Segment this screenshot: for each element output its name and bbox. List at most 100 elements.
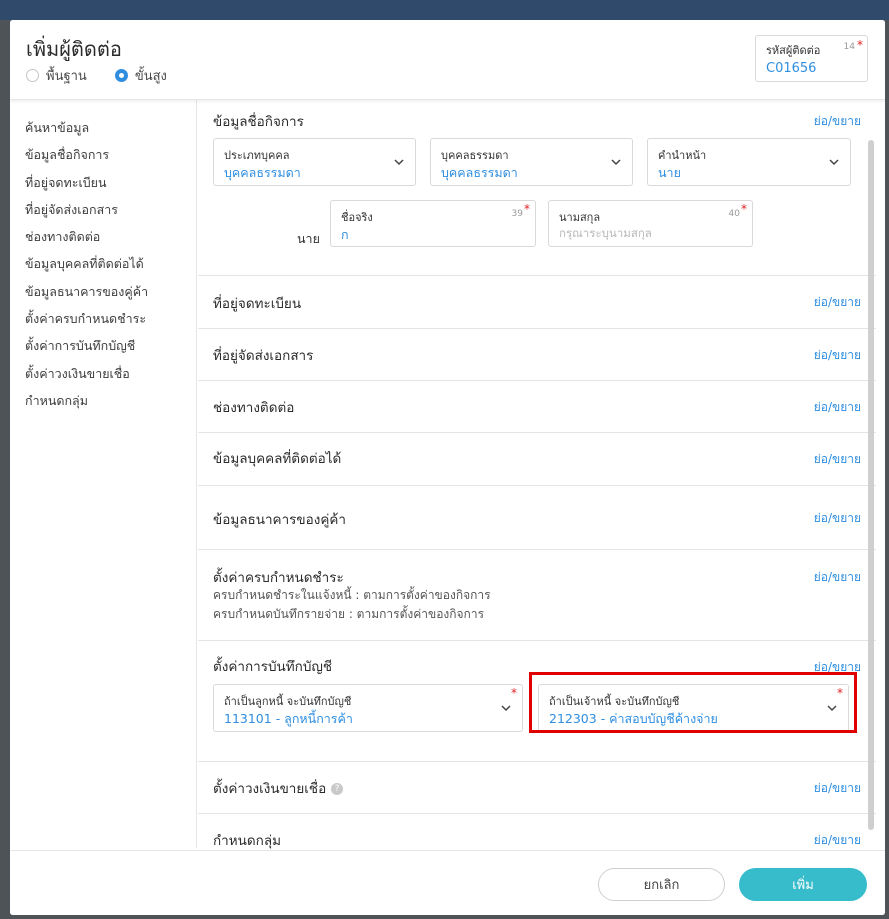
- radio-unchecked-icon: [26, 69, 39, 82]
- required-marker: *: [524, 202, 530, 216]
- field-label: นามสกุล: [559, 211, 601, 224]
- required-marker: *: [741, 202, 747, 216]
- section-payment-terms: ตั้งค่าครบกำหนดชำระ ย่อ/ขยาย ครบกำหนดชำร…: [198, 550, 876, 641]
- nav-item-shipping-address[interactable]: ที่อยู่จัดส่งเอกสาร: [10, 202, 196, 229]
- section-title-text: ตั้งค่าวงเงินขายเชื่อ: [213, 781, 327, 797]
- chevron-down-icon: [394, 159, 404, 166]
- chevron-down-icon: [827, 705, 837, 712]
- collapse-toggle[interactable]: ย่อ/ขยาย: [814, 450, 861, 469]
- section-accounting: ตั้งค่าการบันทึกบัญชี ย่อ/ขยาย ถ้าเป็นลู…: [198, 641, 876, 762]
- field-value: บุคคลธรรมดา: [224, 165, 301, 180]
- add-contact-modal: เพิ่มผู้ติดต่อ พื้นฐาน ขั้นสูง รหัสผู้ติ…: [10, 20, 885, 915]
- receivable-account-select[interactable]: ถ้าเป็นลูกหนี้ จะบันทึกบัญชี * 113101 - …: [213, 684, 523, 732]
- field-placeholder: กรุณาระบุนามสกุล: [559, 226, 652, 240]
- field-label: ถ้าเป็นลูกหนี้ จะบันทึกบัญชี: [224, 695, 352, 708]
- collapse-toggle[interactable]: ย่อ/ขยาย: [814, 293, 861, 312]
- nav-item-payment-terms[interactable]: ตั้งค่าครบกำหนดชำระ: [10, 311, 196, 338]
- person-kind-select[interactable]: บุคคลธรรมดา บุคคลธรรมดา: [430, 138, 633, 186]
- field-label: คำนำหน้า: [658, 149, 707, 162]
- collapse-toggle[interactable]: ย่อ/ขยาย: [814, 346, 861, 365]
- section-title: ตั้งค่าครบกำหนดชำระ: [213, 570, 344, 586]
- field-value: 212303 - ค่าสอบบัญชีค้างจ่าย: [549, 711, 718, 726]
- collapse-toggle[interactable]: ย่อ/ขยาย: [814, 568, 861, 587]
- collapse-toggle[interactable]: ย่อ/ขยาย: [814, 779, 861, 798]
- nav-item-groups[interactable]: กำหนดกลุ่ม: [10, 393, 196, 420]
- field-label: ถ้าเป็นเจ้าหนี้ จะบันทึกบัญชี: [549, 695, 680, 708]
- field-label: ชื่อจริง: [341, 211, 373, 224]
- app-background-left: [0, 20, 10, 919]
- nav-item-business-info[interactable]: ข้อมูลชื่อกิจการ: [10, 147, 196, 174]
- nav-item-credit-limit[interactable]: ตั้งค่าวงเงินขายเชื่อ: [10, 366, 196, 393]
- help-icon[interactable]: ?: [331, 783, 344, 795]
- field-value: ก: [341, 227, 349, 242]
- radio-checked-icon: [114, 69, 128, 82]
- mode-advanced-radio[interactable]: ขั้นสูง: [114, 65, 167, 86]
- nav-item-search[interactable]: ค้นหาข้อมูล: [10, 120, 196, 147]
- field-label: บุคคลธรรมดา: [441, 149, 509, 162]
- char-count: 40: [728, 209, 740, 219]
- field-value: นาย: [658, 165, 681, 180]
- section-bank-info: ข้อมูลธนาคารของคู่ค้า ย่อ/ขยาย: [198, 486, 876, 550]
- section-title: ช่องทางติดต่อ: [213, 400, 295, 416]
- nav-item-registered-address[interactable]: ที่อยู่จดทะเบียน: [10, 175, 196, 202]
- mode-basic-radio[interactable]: พื้นฐาน: [26, 65, 87, 86]
- char-count: 39: [511, 209, 523, 219]
- section-nav: ค้นหาข้อมูล ข้อมูลชื่อกิจการ ที่อยู่จดทะ…: [10, 100, 197, 848]
- section-title: ที่อยู่จัดส่งเอกสาร: [213, 348, 314, 364]
- payment-terms-expense: ครบกำหนดบันทึกรายจ่าย : ตามการตั้งค่าของ…: [213, 607, 485, 621]
- prefix-display: นาย: [297, 231, 320, 246]
- nav-item-contact-channel[interactable]: ช่องทางติดต่อ: [10, 229, 196, 256]
- section-credit-limit: ตั้งค่าวงเงินขายเชื่อ? ย่อ/ขยาย: [198, 762, 876, 814]
- required-marker: *: [837, 686, 843, 700]
- modal-footer: ยกเลิก เพิ่ม: [10, 850, 885, 915]
- section-title: ข้อมูลชื่อกิจการ: [213, 114, 304, 130]
- modal-title: เพิ่มผู้ติดต่อ: [26, 37, 122, 61]
- section-title: ตั้งค่าการบันทึกบัญชี: [213, 659, 333, 675]
- section-title: ที่อยู่จดทะเบียน: [213, 296, 302, 312]
- section-title: ตั้งค่าวงเงินขายเชื่อ?: [213, 777, 344, 799]
- section-title: ข้อมูลบุคคลที่ติดต่อได้: [213, 451, 342, 467]
- section-groups: กำหนดกลุ่ม ย่อ/ขยาย: [198, 814, 876, 850]
- prefix-select[interactable]: คำนำหน้า นาย: [647, 138, 851, 186]
- cancel-button[interactable]: ยกเลิก: [598, 868, 725, 901]
- payment-terms-invoice: ครบกำหนดชำระในแจ้งหนี้ : ตามการตั้งค่าขอ…: [213, 588, 491, 602]
- collapse-toggle[interactable]: ย่อ/ขยาย: [814, 831, 861, 850]
- field-value: 113101 - ลูกหนี้การค้า: [224, 711, 353, 726]
- app-background-bottom: [0, 915, 889, 919]
- section-title: ข้อมูลธนาคารของคู่ค้า: [213, 512, 346, 528]
- contact-code-label: รหัสผู้ติดต่อ: [766, 44, 821, 57]
- modal-header: เพิ่มผู้ติดต่อ พื้นฐาน ขั้นสูง รหัสผู้ติ…: [10, 20, 885, 100]
- required-marker: *: [857, 38, 863, 52]
- first-name-field[interactable]: ชื่อจริง 39 * ก: [330, 200, 536, 247]
- add-button[interactable]: เพิ่ม: [739, 868, 867, 901]
- chevron-down-icon: [829, 159, 839, 166]
- field-label: ประเภทบุคคล: [224, 149, 290, 162]
- nav-item-bank-info[interactable]: ข้อมูลธนาคารของคู่ค้า: [10, 284, 196, 311]
- payable-account-select[interactable]: ถ้าเป็นเจ้าหนี้ จะบันทึกบัญชี * 212303 -…: [538, 684, 849, 732]
- contact-code-count: 14: [843, 42, 855, 52]
- section-contact-channel: ช่องทางติดต่อ ย่อ/ขยาย: [198, 381, 876, 433]
- chevron-down-icon: [611, 159, 621, 166]
- nav-item-accounting[interactable]: ตั้งค่าการบันทึกบัญชี: [10, 338, 196, 365]
- mode-basic-label: พื้นฐาน: [46, 69, 87, 84]
- last-name-field[interactable]: นามสกุล 40 * กรุณาระบุนามสกุล: [548, 200, 753, 247]
- chevron-down-icon: [501, 705, 511, 712]
- collapse-toggle[interactable]: ย่อ/ขยาย: [814, 509, 861, 528]
- collapse-toggle[interactable]: ย่อ/ขยาย: [814, 398, 861, 417]
- nav-item-contact-persons[interactable]: ข้อมูลบุคคลที่ติดต่อได้: [10, 256, 196, 283]
- section-contact-persons: ข้อมูลบุคคลที่ติดต่อได้ ย่อ/ขยาย: [198, 433, 876, 486]
- required-marker: *: [511, 686, 517, 700]
- person-type-select[interactable]: ประเภทบุคคล บุคคลธรรมดา: [213, 138, 416, 186]
- contact-code-field[interactable]: รหัสผู้ติดต่อ 14 * C01656: [755, 35, 868, 82]
- collapse-toggle[interactable]: ย่อ/ขยาย: [814, 658, 861, 677]
- app-background-bar: [0, 0, 889, 20]
- collapse-toggle[interactable]: ย่อ/ขยาย: [814, 112, 861, 131]
- mode-advanced-label: ขั้นสูง: [134, 69, 167, 84]
- section-registered-address: ที่อยู่จดทะเบียน ย่อ/ขยาย: [198, 276, 876, 329]
- section-business-info: ข้อมูลชื่อกิจการ ย่อ/ขยาย ประเภทบุคคล บุ…: [198, 100, 876, 276]
- form-content: ข้อมูลชื่อกิจการ ย่อ/ขยาย ประเภทบุคคล บุ…: [198, 100, 876, 850]
- mode-radio-group: พื้นฐาน ขั้นสูง: [26, 65, 195, 86]
- contact-code-value[interactable]: C01656: [766, 61, 816, 76]
- content-scrollbar[interactable]: [868, 140, 874, 830]
- field-value: บุคคลธรรมดา: [441, 165, 518, 180]
